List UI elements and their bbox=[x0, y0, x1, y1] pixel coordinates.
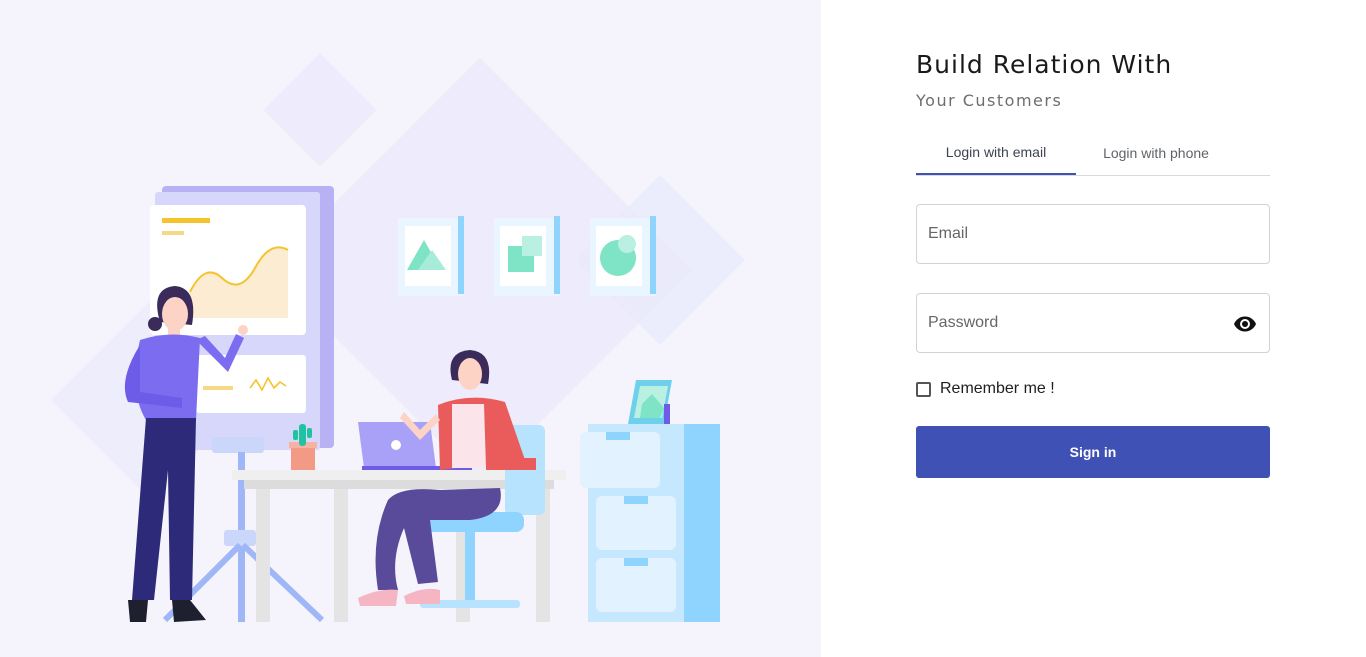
page-title: Build Relation With bbox=[916, 50, 1173, 79]
tab-login-with-phone[interactable]: Login with phone bbox=[1076, 130, 1236, 175]
email-input[interactable] bbox=[917, 205, 1269, 263]
eye-icon[interactable] bbox=[1233, 315, 1257, 333]
office-illustration bbox=[51, 53, 745, 623]
login-method-tabs: Login with email Login with phone bbox=[916, 130, 1270, 176]
email-field bbox=[916, 204, 1270, 264]
sign-in-button[interactable]: Sign in bbox=[916, 426, 1270, 478]
illustration-panel bbox=[0, 0, 821, 657]
login-page: Build Relation With Your Customers Login… bbox=[0, 0, 1366, 657]
tab-login-with-email[interactable]: Login with email bbox=[916, 130, 1076, 175]
remember-me-checkbox[interactable] bbox=[916, 381, 931, 397]
login-panel: Build Relation With Your Customers Login… bbox=[821, 0, 1366, 657]
password-input[interactable] bbox=[917, 294, 1269, 352]
remember-me[interactable]: Remember me ! bbox=[916, 380, 1055, 398]
remember-me-label: Remember me ! bbox=[940, 380, 1055, 397]
page-subtitle: Your Customers bbox=[916, 91, 1063, 110]
password-field bbox=[916, 293, 1270, 353]
